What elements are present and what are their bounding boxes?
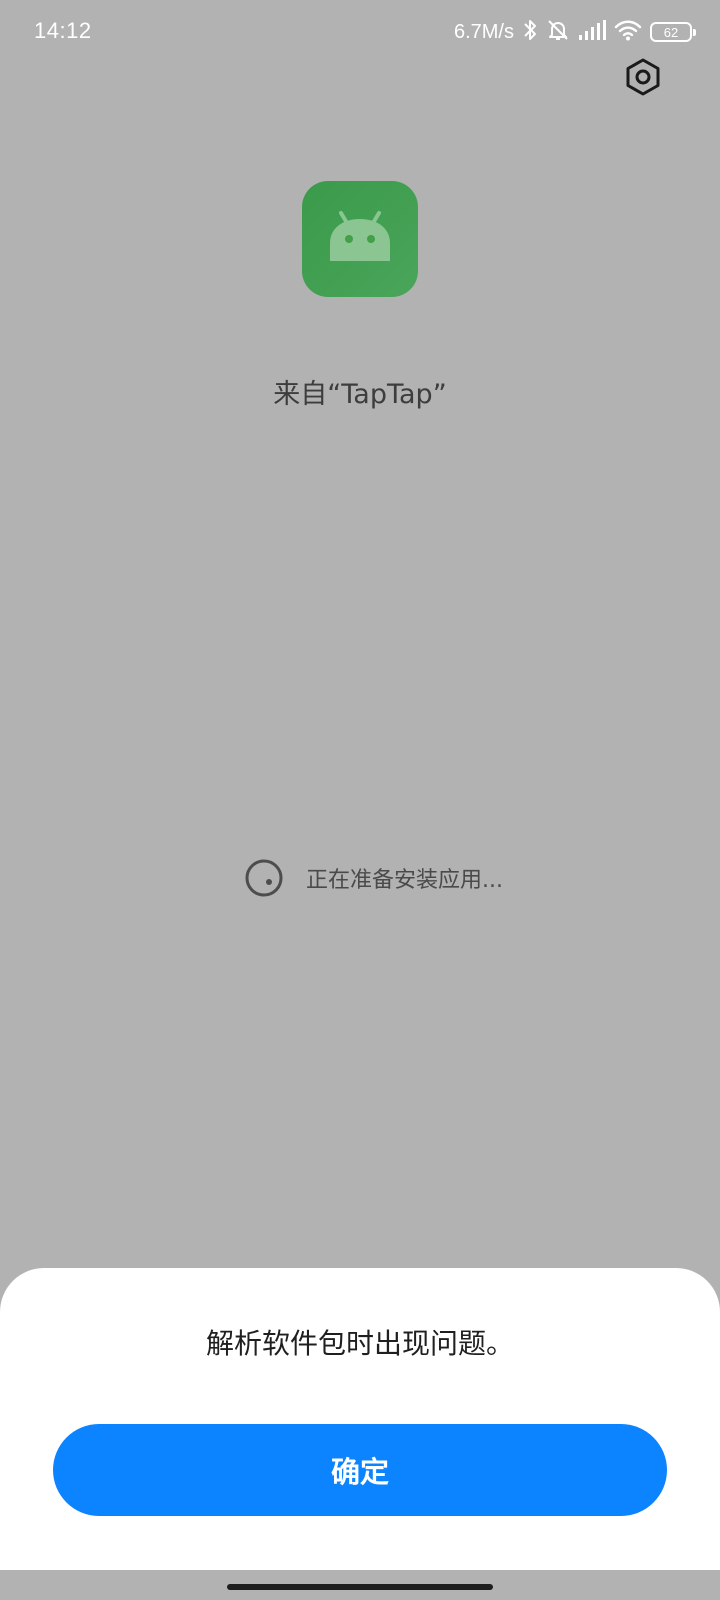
- app-icon: [302, 181, 418, 297]
- status-icons: 6.7M/s 62: [453, 14, 696, 50]
- error-message: 解析软件包时出现问题。: [205, 1327, 514, 1360]
- status-time: 14:12: [34, 18, 92, 43]
- gear-icon: [624, 58, 662, 100]
- spinner-icon: [244, 858, 284, 898]
- battery-icon: 62: [650, 22, 696, 42]
- network-speed: 6.7M/s: [453, 20, 514, 43]
- error-dialog: 解析软件包时出现问题。 确定: [0, 1268, 720, 1570]
- wifi-icon: [614, 19, 642, 45]
- confirm-button[interactable]: 确定: [53, 1424, 667, 1516]
- installer-screen: 14:12 6.7M/s 62 来自“TapTap” 正在准备安装应用... 解…: [0, 0, 720, 1600]
- signal-icon: [578, 19, 606, 45]
- loading-status: 正在准备安装应用...: [244, 856, 503, 900]
- android-icon: [327, 209, 393, 269]
- status-bar: 14:12 6.7M/s 62: [0, 0, 720, 64]
- battery-level: 62: [663, 24, 679, 40]
- mute-bell-icon: [546, 18, 570, 46]
- install-source-label: 来自“TapTap”: [273, 379, 447, 410]
- navigation-bar: [0, 1570, 720, 1600]
- home-indicator[interactable]: [227, 1584, 493, 1590]
- bluetooth-icon: [522, 18, 538, 46]
- loading-text: 正在准备安装应用...: [306, 868, 503, 893]
- settings-button[interactable]: [622, 58, 664, 100]
